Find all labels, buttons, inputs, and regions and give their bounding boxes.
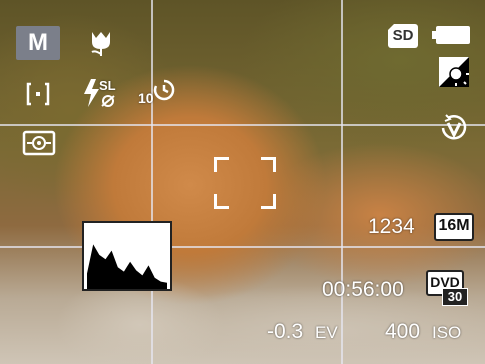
video-fps-label: 30 (447, 289, 463, 304)
exposure-unit: EV (315, 323, 338, 342)
self-timer-icon: 10 (138, 78, 178, 110)
anti-shake-icon (441, 114, 467, 140)
grid-line-vertical-1 (151, 0, 153, 364)
image-size-badge: 16M (434, 213, 474, 241)
histogram-graph (87, 244, 167, 289)
histogram (82, 221, 172, 291)
grid-line-horizontal-2 (0, 246, 485, 248)
sd-card-icon: SD (388, 24, 418, 48)
white-balance-icon (439, 57, 469, 87)
sd-card-label: SD (392, 27, 414, 44)
shots-remaining: 1234 (368, 215, 415, 238)
macro-tulip-icon (91, 32, 110, 56)
record-time: 00:56:00 (322, 278, 404, 301)
flash-off-icon: SL (82, 78, 120, 110)
camera-viewfinder: M SL 10 SD 1234 16M 00:56:00 DVD 30 -0.3… (0, 0, 485, 364)
spot-metering-icon (26, 82, 50, 106)
iso-value: 400 (385, 320, 421, 343)
image-size-label: 16M (438, 217, 470, 234)
face-detection-icon (22, 130, 56, 156)
self-timer-seconds: 10 (138, 90, 154, 106)
grid-line-vertical-2 (341, 0, 343, 364)
video-fps-badge: 30 (442, 288, 468, 306)
grid-line-horizontal-1 (0, 124, 485, 126)
focus-frame[interactable] (214, 157, 276, 209)
flash-mode-label: SL (99, 78, 116, 93)
iso-unit: ISO (432, 323, 462, 342)
shooting-mode-label: M (28, 29, 48, 56)
histogram-area (87, 244, 167, 289)
video-format-icon: DVD 30 (426, 270, 470, 306)
shooting-mode-badge[interactable]: M (16, 26, 60, 60)
exposure-value: -0.3 (267, 320, 304, 343)
battery-full-icon (432, 26, 470, 44)
